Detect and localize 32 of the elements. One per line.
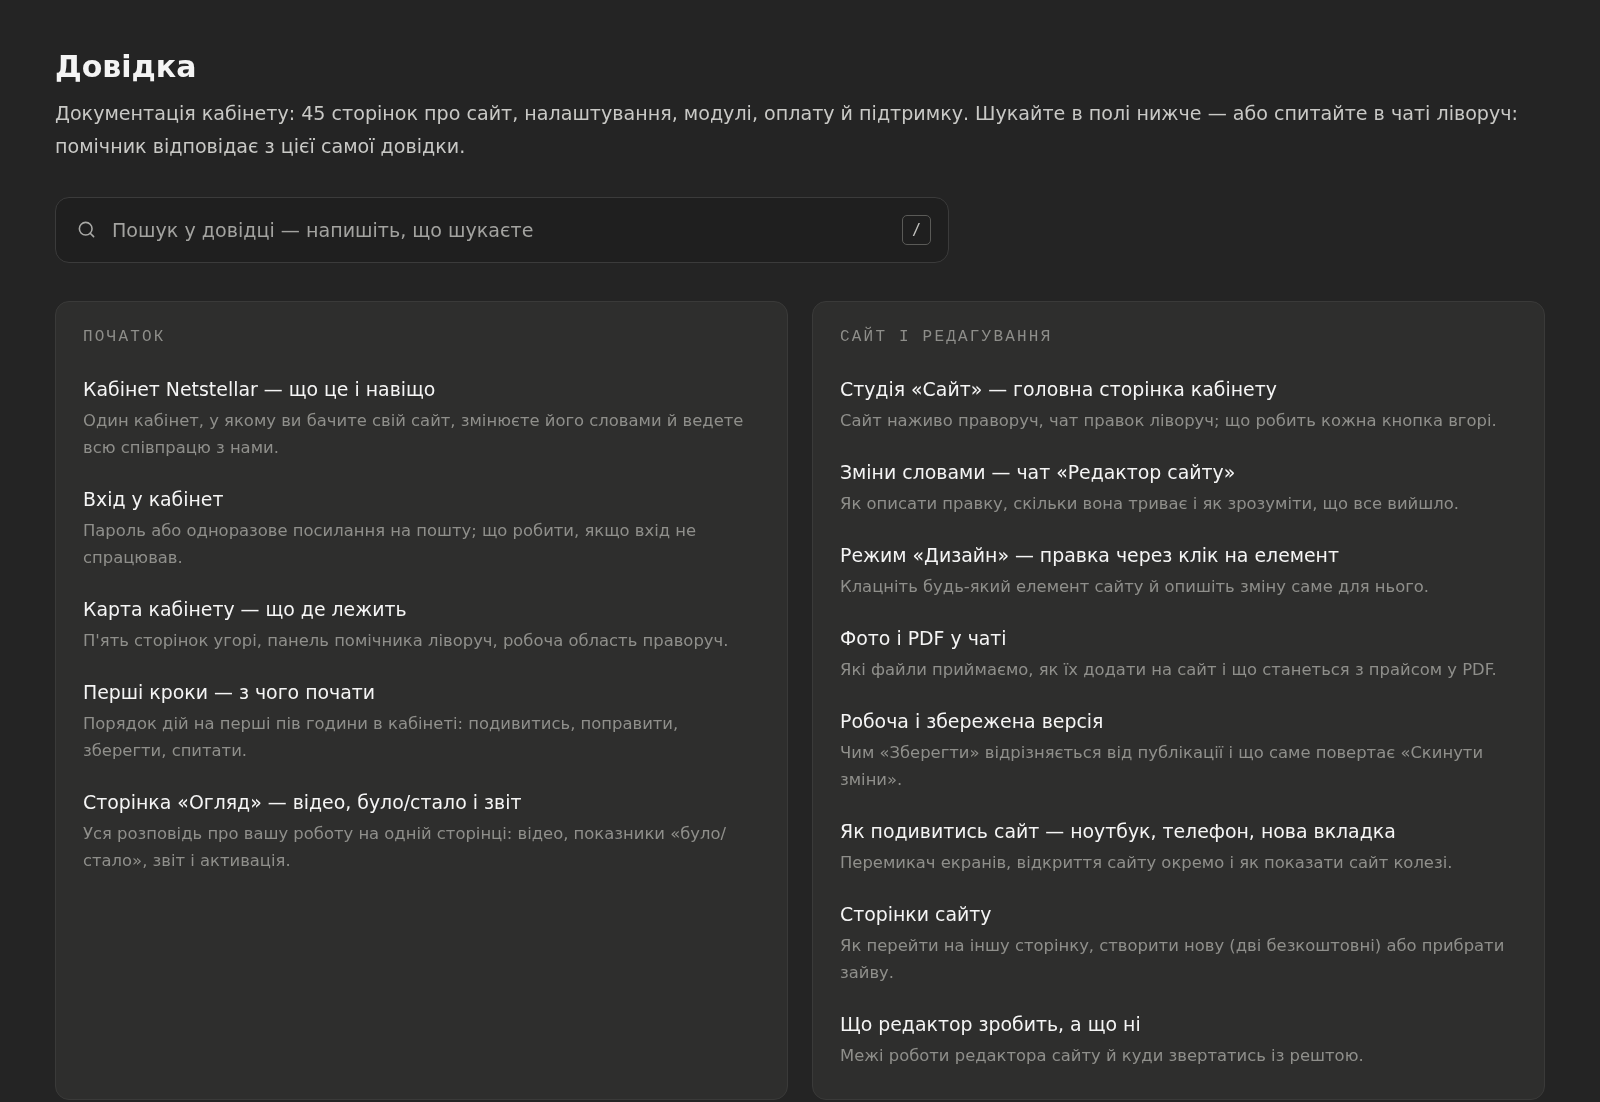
article-title-link[interactable]: Карта кабінету — що де лежить bbox=[83, 596, 407, 622]
article-summary: Клацніть будь-який елемент сайту й опишіть зміну саме для нього. bbox=[840, 576, 1430, 598]
article-summary: Порядок дій на перші пів години в кабінеті: подивитись, поправити, зберегти, спитати. bbox=[83, 713, 680, 762]
article-summary: Пароль або одноразове посилання на пошту; що робити, якщо вхід не спрацював. bbox=[83, 520, 698, 569]
article-summary: Чим «Зберегти» відрізняється від публікації і що саме повертає «Скинути зміни». bbox=[840, 742, 1485, 791]
article-summary: Перемикач екранів, відкриття сайту окремо і як показати сайт колезі. bbox=[840, 852, 1453, 874]
article-title-link[interactable]: Перші кроки — з чого почати bbox=[83, 679, 376, 705]
article-summary: Межі роботи редактора сайту й куди звертатись із рештою. bbox=[840, 1045, 1364, 1067]
page-title: Довідка bbox=[55, 48, 197, 86]
article-title-link[interactable]: Студія «Сайт» — головна сторінка кабінету bbox=[840, 376, 1277, 402]
section-heading: САЙТ І РЕДАГУВАННЯ bbox=[840, 327, 1053, 347]
article-summary: Один кабінет, у якому ви бачите свій сайт, змінюєте його словами й ведете всю співпрацю з нами. bbox=[83, 410, 745, 459]
article-title-link[interactable]: Сторінка «Огляд» — відео, було/стало і звіт bbox=[83, 789, 522, 815]
article-summary: Сайт наживо праворуч, чат правок ліворуч; що робить кожна кнопка вгорі. bbox=[840, 410, 1497, 432]
article-title-link[interactable]: Робоча і збережена версія bbox=[840, 708, 1104, 734]
article-title-link[interactable]: Як подивитись сайт — ноутбук, телефон, нова вкладка bbox=[840, 818, 1396, 844]
article-summary: Як перейти на іншу сторінку, створити нову (дві безкоштовні) або прибрати зайву. bbox=[840, 935, 1506, 984]
article-title-link[interactable]: Фото і PDF у чаті bbox=[840, 625, 1007, 651]
article-title-link[interactable]: Режим «Дизайн» — правка через клік на елемент bbox=[840, 542, 1339, 568]
article-summary: П'ять сторінок угорі, панель помічника ліворуч, робоча область праворуч. bbox=[83, 630, 729, 652]
search-icon bbox=[77, 220, 96, 239]
article-title-link[interactable]: Сторінки сайту bbox=[840, 901, 992, 927]
article-title-link[interactable]: Зміни словами — чат «Редактор сайту» bbox=[840, 459, 1236, 485]
section-heading: ПОЧАТОК bbox=[83, 327, 166, 347]
article-summary: Уся розповідь про вашу роботу на одній сторінці: відео, показники «було/стало», звіт і активація. bbox=[83, 823, 728, 872]
article-title-link[interactable]: Кабінет Netstellar — що це і навіщо bbox=[83, 376, 436, 402]
article-summary: Які файли приймаємо, як їх додати на сайт і що станеться з прайсом у PDF. bbox=[840, 659, 1497, 681]
article-summary: Як описати правку, скільки вона триває і як зрозуміти, що все вийшло. bbox=[840, 493, 1459, 515]
article-title-link[interactable]: Що редактор зробить, а що ні bbox=[840, 1011, 1141, 1037]
page-description: Документація кабінету: 45 сторінок про сайт, налаштування, модулі, оплату й підтримку. Шукайте в полі нижче — або спитайте в чаті ліворуч: помічник відповідає з цієї самої довідки. bbox=[55, 101, 1519, 160]
shortcut-key: / bbox=[902, 215, 931, 245]
article-title-link[interactable]: Вхід у кабінет bbox=[83, 486, 224, 512]
